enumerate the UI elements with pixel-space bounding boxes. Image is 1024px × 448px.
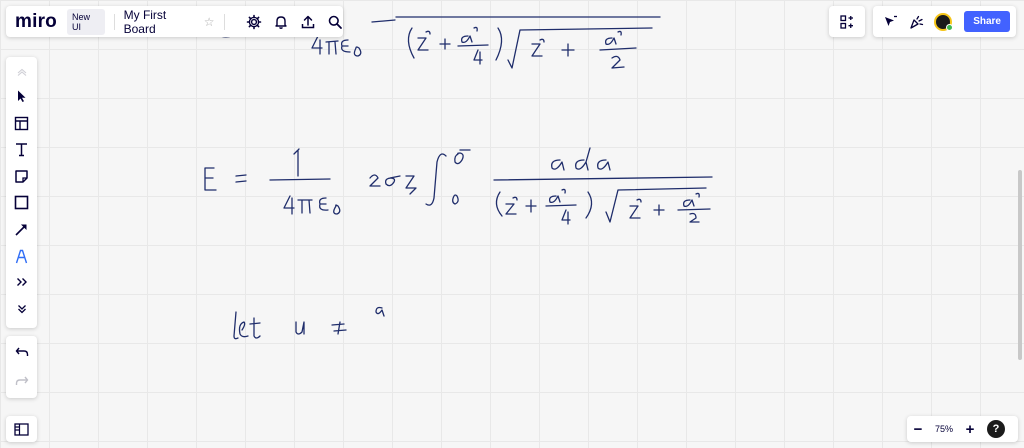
undo-redo-panel bbox=[6, 336, 37, 398]
board-title[interactable]: My First Board bbox=[124, 8, 197, 36]
new-ui-badge[interactable]: New UI bbox=[66, 8, 105, 35]
chevron-down-icon[interactable] bbox=[6, 298, 37, 320]
text-icon[interactable] bbox=[6, 138, 37, 160]
divider bbox=[223, 13, 225, 30]
chevron-up-icon[interactable] bbox=[6, 61, 37, 83]
top-bar: miro New UI My First Board ☆ bbox=[6, 6, 343, 37]
sticky-note-icon[interactable] bbox=[6, 165, 37, 187]
pen-icon[interactable] bbox=[6, 245, 37, 267]
divider bbox=[113, 13, 115, 30]
frames-icon[interactable] bbox=[14, 422, 29, 436]
cursor-icon[interactable] bbox=[881, 13, 899, 31]
share-button[interactable]: Share bbox=[964, 11, 1010, 32]
settings-icon[interactable] bbox=[245, 13, 262, 31]
apps-panel bbox=[829, 6, 865, 37]
equation-line-3 bbox=[233, 306, 385, 340]
reactions-icon[interactable] bbox=[907, 13, 925, 31]
equation-line-2 bbox=[204, 147, 713, 225]
vertical-scrollbar[interactable] bbox=[1018, 170, 1022, 360]
more-icon[interactable] bbox=[6, 271, 37, 293]
left-toolbar bbox=[6, 57, 37, 328]
frames-panel bbox=[6, 416, 37, 442]
redo-icon[interactable] bbox=[6, 370, 37, 392]
zoom-level[interactable]: 75% bbox=[929, 424, 959, 434]
star-icon[interactable]: ☆ bbox=[204, 15, 215, 29]
zoom-panel: − 75% + ? bbox=[907, 416, 1018, 442]
help-button[interactable]: ? bbox=[987, 420, 1005, 438]
zoom-in-button[interactable]: + bbox=[959, 421, 981, 438]
shape-icon[interactable] bbox=[6, 191, 37, 213]
upload-icon[interactable] bbox=[299, 13, 316, 31]
zoom-out-button[interactable]: − bbox=[907, 421, 929, 438]
miro-logo[interactable]: miro bbox=[15, 11, 57, 33]
collaboration-panel: Share bbox=[873, 6, 1016, 37]
template-icon[interactable] bbox=[6, 112, 37, 134]
select-icon[interactable] bbox=[6, 85, 37, 107]
online-indicator bbox=[946, 23, 953, 31]
board-canvas[interactable] bbox=[0, 0, 1024, 448]
bell-icon[interactable] bbox=[272, 13, 289, 31]
undo-icon[interactable] bbox=[6, 341, 37, 363]
search-icon[interactable] bbox=[326, 13, 343, 31]
arrow-icon[interactable] bbox=[6, 218, 37, 240]
avatar[interactable] bbox=[934, 12, 953, 31]
apps-icon[interactable] bbox=[840, 14, 854, 29]
